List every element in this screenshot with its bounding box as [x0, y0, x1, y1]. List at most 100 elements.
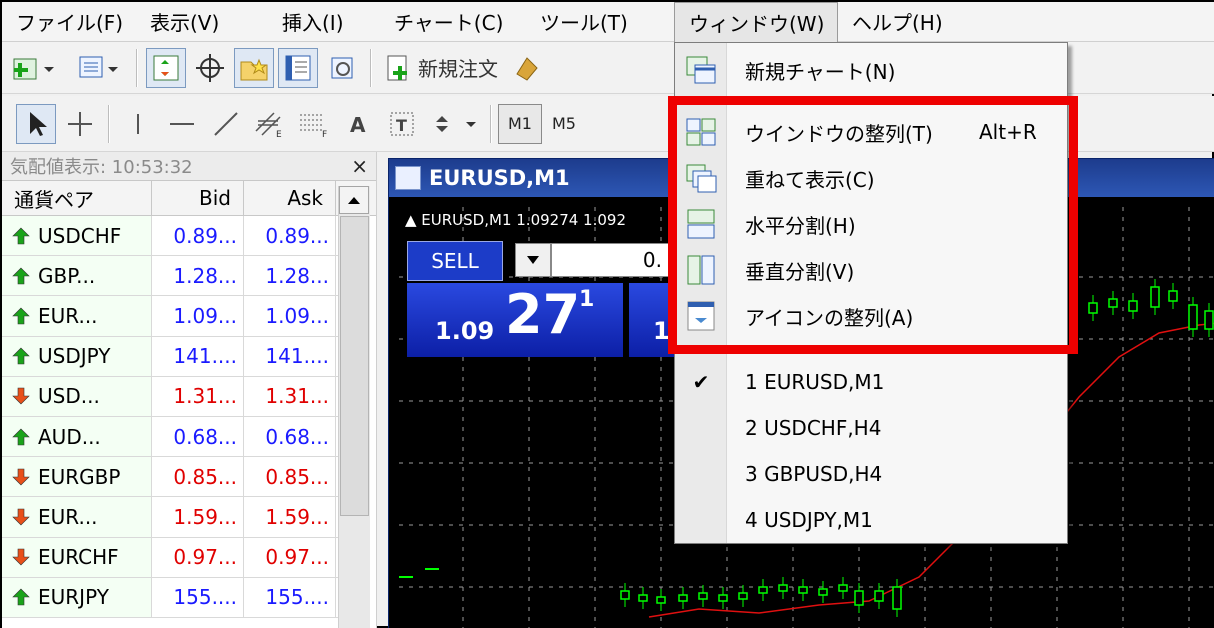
menu-window[interactable]: ウィンドウ(W)	[674, 1, 838, 42]
market-watch-title-bar: 気配値表示: 10:53:32 ×	[2, 152, 376, 180]
strategy-tester-button[interactable]	[322, 48, 362, 88]
close-icon[interactable]: ×	[351, 154, 368, 178]
terminal-icon	[285, 55, 311, 80]
market-watch-row[interactable]: AUD... 0.68... 0.68...	[2, 416, 338, 458]
symbol-cell: USDJPY	[2, 336, 152, 376]
market-watch-icon	[153, 55, 179, 80]
market-watch-row[interactable]: GBP... 1.28... 1.28...	[2, 256, 338, 297]
menu-item-window-3[interactable]: 3 GBPUSD,H4	[675, 451, 1067, 497]
arrows-button[interactable]	[426, 104, 482, 144]
arrow-up-icon	[12, 267, 30, 285]
new-order-button[interactable]: 新規注文	[380, 48, 502, 88]
navigator-button[interactable]	[234, 47, 274, 88]
bid-cell: 1.59...	[152, 497, 244, 537]
crosshair-tool-icon	[68, 111, 92, 136]
expert-advisors-icon	[516, 56, 538, 81]
menu-item-window-4[interactable]: 4 USDJPY,M1	[675, 497, 1067, 543]
market-watch-row[interactable]: EURCHF 0.97... 0.97...	[2, 537, 338, 578]
candle-body	[892, 586, 902, 610]
candle-body	[718, 594, 728, 602]
menu-label: 4 USDJPY,M1	[745, 508, 873, 532]
timeframe-m1[interactable]: M1	[498, 103, 542, 144]
menu-file[interactable]: ファイル(F)	[2, 2, 136, 42]
sell-price-panel[interactable]: 1.09 27 1	[407, 283, 623, 357]
arrow-down-icon	[12, 388, 30, 405]
bid-cell: 1.28...	[152, 256, 244, 296]
market-watch-row[interactable]: USDJPY 141.... 141....	[2, 336, 338, 377]
symbol-name: EUR...	[38, 504, 98, 529]
text-tool-button[interactable]: A	[338, 104, 378, 144]
menu-chart[interactable]: チャート(C)	[380, 2, 526, 42]
arrow-down-icon	[12, 468, 30, 486]
new-chart-icon	[686, 56, 716, 84]
menu-label: 新規チャート(N)	[745, 59, 896, 84]
terminal-button[interactable]	[278, 47, 318, 88]
menu-insert[interactable]: 挿入(I)	[268, 2, 380, 42]
menu-item-window-2[interactable]: 2 USDCHF,H4	[675, 405, 1067, 451]
ask-cell: 1.59...	[244, 497, 336, 537]
market-watch-row[interactable]: USDCHF 0.89... 0.89...	[2, 216, 338, 257]
toolbar-separator	[370, 48, 372, 87]
ask-cell: 141....	[244, 336, 336, 376]
text-label-button[interactable]: T	[382, 104, 422, 144]
menu-help[interactable]: ヘルプ(H)	[838, 2, 964, 42]
crosshair-button[interactable]	[190, 48, 230, 88]
arrow-down-icon	[12, 508, 30, 526]
market-watch-row[interactable]: EUR... 1.09... 1.09...	[2, 296, 338, 337]
timeframe-m5[interactable]: M5	[542, 104, 586, 144]
market-watch-row[interactable]: USD... 1.31... 1.31...	[2, 376, 338, 417]
candle-body	[1128, 300, 1138, 312]
horizontal-line-button[interactable]	[162, 104, 202, 144]
candle-body	[838, 584, 848, 592]
profiles-button[interactable]	[68, 48, 128, 88]
lot-size-input[interactable]: 0.	[551, 243, 671, 277]
text-label-icon: T	[390, 112, 414, 135]
menu-label: 3 GBPUSD,H4	[745, 462, 883, 486]
lot-dropdown[interactable]	[515, 243, 551, 277]
symbol-name: AUD...	[38, 424, 101, 449]
fibonacci-button[interactable]: F	[294, 104, 334, 144]
ask-cell: 0.85...	[244, 457, 336, 497]
equidistant-channel-icon: E	[255, 111, 282, 139]
symbol-cell: EURGBP	[2, 457, 152, 497]
column-header-bid[interactable]: Bid	[152, 181, 244, 215]
candle-body	[1150, 286, 1160, 308]
scroll-up-button[interactable]	[339, 186, 369, 214]
market-watch-row[interactable]: EUR... 1.59... 1.59...	[2, 497, 338, 538]
market-watch-scrollbar[interactable]	[338, 186, 370, 628]
menu-bar: ファイル(F) 表示(V) 挿入(I) チャート(C) ツール(T) ウィンドウ…	[2, 1, 1214, 42]
market-watch-button[interactable]	[146, 47, 186, 88]
scroll-up-icon	[348, 197, 360, 204]
candle-body	[620, 590, 630, 600]
new-chart-button[interactable]	[4, 48, 64, 88]
candle-body	[1088, 302, 1098, 314]
market-watch-row[interactable]: EURJPY 155.... 155....	[2, 577, 338, 618]
ask-cell: 0.89...	[244, 216, 336, 256]
equidistant-channel-button[interactable]: E	[250, 104, 290, 144]
bid-cell: 0.89...	[152, 216, 244, 256]
arrow-down-icon	[12, 548, 30, 566]
scroll-thumb[interactable]	[340, 216, 369, 516]
column-header-ask[interactable]: Ask	[244, 181, 336, 215]
arrow-up-icon	[12, 347, 30, 365]
market-watch-row[interactable]: EURGBP 0.85... 0.85...	[2, 457, 338, 498]
column-header-symbol[interactable]: 通貨ペア	[2, 181, 152, 215]
cursor-arrow-icon	[30, 111, 47, 136]
menu-item-window-1[interactable]: ✔ 1 EURUSD,M1	[675, 359, 1067, 405]
candle-body	[656, 596, 666, 604]
horizontal-line-icon	[170, 122, 194, 125]
vertical-line-button[interactable]	[118, 104, 158, 144]
menu-view[interactable]: 表示(V)	[136, 2, 268, 42]
arrow-up-icon	[12, 588, 30, 606]
trendline-button[interactable]	[206, 104, 246, 144]
cursor-button[interactable]	[16, 103, 56, 144]
candle-body	[738, 592, 748, 600]
sell-button[interactable]: SELL	[407, 241, 503, 281]
candle-body	[1108, 298, 1118, 308]
expert-advisors-button[interactable]	[506, 48, 546, 88]
ask-cell: 1.28...	[244, 256, 336, 296]
crosshair-tool-button[interactable]	[60, 104, 100, 144]
menu-tools[interactable]: ツール(T)	[526, 2, 674, 42]
candle-body	[818, 588, 828, 596]
menu-item-new-chart[interactable]: 新規チャート(N)	[675, 47, 1067, 93]
